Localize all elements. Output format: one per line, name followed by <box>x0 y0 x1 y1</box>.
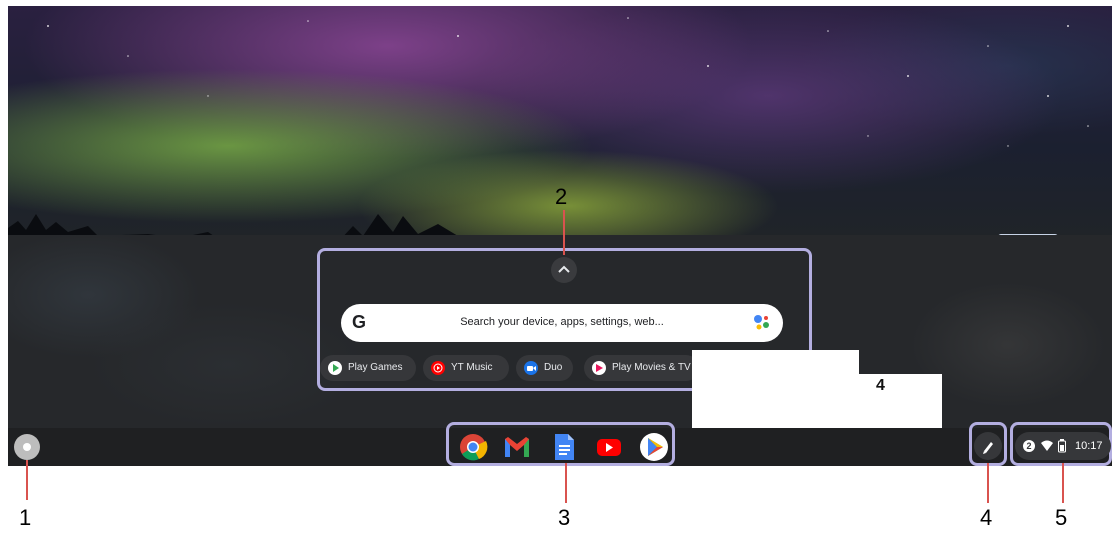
callout-line-2 <box>563 210 565 255</box>
label-cover-box <box>859 374 942 430</box>
yt-music-icon <box>431 361 445 375</box>
callout-label-2: 2 <box>555 184 568 209</box>
launcher-button[interactable] <box>14 434 40 460</box>
label-cover-box <box>692 350 859 430</box>
duo-icon <box>524 361 538 375</box>
docs-icon[interactable] <box>549 432 579 462</box>
callout-label-1: 1 <box>19 505 32 530</box>
callout-label-4-box: 4 <box>876 377 885 394</box>
gmail-icon[interactable] <box>502 432 532 462</box>
chevron-up-icon <box>558 265 570 273</box>
callout-line-5 <box>1062 463 1064 503</box>
expand-launcher-button[interactable] <box>551 257 577 283</box>
wifi-icon <box>1041 440 1053 451</box>
chip-label: Play Games <box>348 362 403 373</box>
callout-line-1 <box>26 460 28 500</box>
chip-duo[interactable]: Duo <box>516 355 573 381</box>
chip-play-movies[interactable]: Play Movies & TV <box>584 355 699 381</box>
callout-line-4 <box>987 463 989 503</box>
chip-label: YT Music <box>451 362 493 373</box>
play-store-icon[interactable] <box>639 432 669 462</box>
play-movies-icon <box>592 361 606 375</box>
chip-label: Play Movies & TV <box>612 362 691 373</box>
play-games-icon <box>328 361 342 375</box>
youtube-icon[interactable] <box>594 432 624 462</box>
chrome-icon[interactable] <box>458 432 488 462</box>
callout-line-3 <box>565 463 567 503</box>
chip-label: Duo <box>544 362 563 373</box>
battery-icon <box>1058 439 1066 453</box>
chip-play-games[interactable]: Play Games <box>320 355 416 381</box>
search-box[interactable]: G Search your device, apps, settings, we… <box>341 304 783 342</box>
callout-label-4: 4 <box>980 505 993 530</box>
stylus-icon <box>983 442 993 454</box>
callout-label-3: 3 <box>558 505 571 530</box>
launcher-circle-icon <box>23 443 31 451</box>
assistant-icon <box>754 315 769 330</box>
search-placeholder: Search your device, apps, settings, web.… <box>460 316 664 328</box>
clock-time: 10:17 <box>1075 440 1103 452</box>
notification-count: 2 <box>1026 441 1032 451</box>
stylus-tools-button[interactable] <box>974 432 1002 460</box>
callout-label-5: 5 <box>1055 505 1068 530</box>
chip-yt-music[interactable]: YT Music <box>423 355 509 381</box>
